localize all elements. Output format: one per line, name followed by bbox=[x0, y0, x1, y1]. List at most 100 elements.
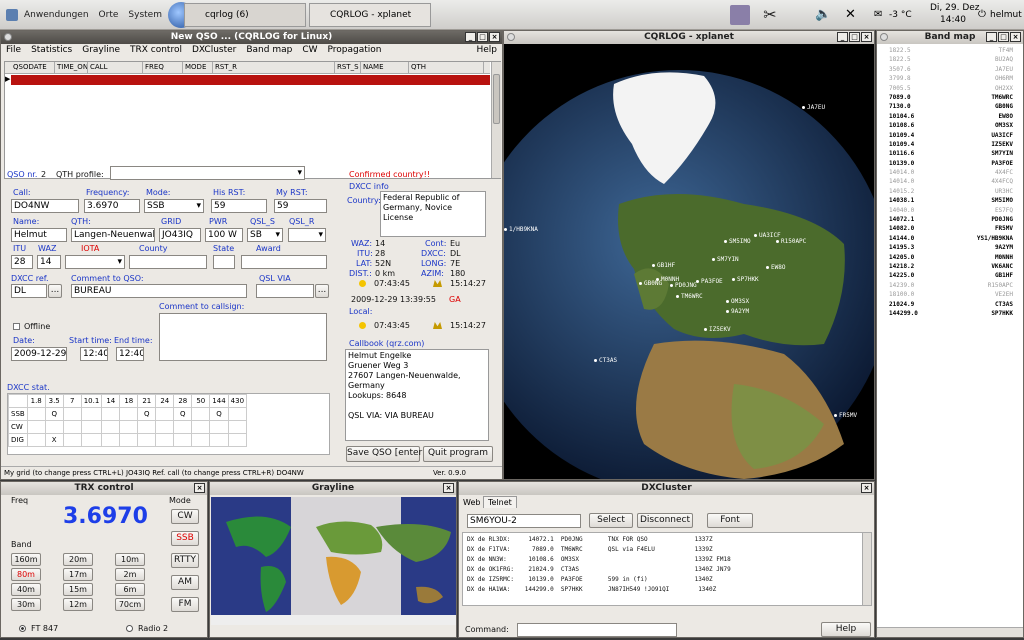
user-name[interactable]: helmut bbox=[990, 10, 1022, 20]
select-button[interactable]: Select bbox=[589, 513, 633, 528]
close-icon[interactable]: × bbox=[443, 483, 454, 493]
band-button-10m[interactable]: 10m bbox=[115, 553, 145, 566]
server-field[interactable]: SM6YOU-2 bbox=[467, 514, 581, 528]
col-rst-r[interactable]: RST_R bbox=[213, 62, 335, 73]
quit-program-button[interactable]: Quit program bbox=[423, 446, 493, 462]
save-qso-button[interactable]: Save QSO [enter] bbox=[346, 446, 426, 462]
call-field[interactable]: DO4NW bbox=[11, 199, 79, 213]
name-field[interactable]: Helmut bbox=[11, 228, 67, 242]
comment-call-field[interactable] bbox=[159, 313, 327, 361]
band-button-80m[interactable]: 80m bbox=[11, 568, 41, 581]
temperature[interactable]: -3 °C bbox=[889, 10, 912, 20]
band-button-12m[interactable]: 12m bbox=[63, 598, 93, 611]
band-button-30m[interactable]: 30m bbox=[11, 598, 41, 611]
band-map-row[interactable]: 18100.0 VE2EH bbox=[877, 290, 1023, 299]
menu-trx-control[interactable]: TRX control bbox=[125, 44, 187, 58]
state-field[interactable] bbox=[213, 255, 235, 269]
band-map-row[interactable]: 7089.0 TM6WRC bbox=[877, 93, 1023, 102]
band-map-row[interactable]: 14014.0 4X4FC bbox=[877, 168, 1023, 177]
band-map-row[interactable]: 14038.1 SM5IMO bbox=[877, 196, 1023, 205]
apps-icon[interactable] bbox=[6, 8, 18, 21]
mode-button-rtty[interactable]: RTTY bbox=[171, 553, 199, 568]
menu-file[interactable]: File bbox=[1, 44, 26, 58]
band-map-row[interactable]: 3507.6 JA7EU bbox=[877, 65, 1023, 74]
band-map-row[interactable]: 10104.6 EW8O bbox=[877, 112, 1023, 121]
qso-titlebar[interactable]: New QSO ... (CQRLOG for Linux) _ □ × bbox=[1, 31, 502, 44]
band-map-row[interactable]: 7130.0 GB0NG bbox=[877, 102, 1023, 111]
menu-band-map[interactable]: Band map bbox=[241, 44, 297, 58]
band-button-20m[interactable]: 20m bbox=[63, 553, 93, 566]
col-time-on[interactable]: TIME_ON bbox=[55, 62, 88, 73]
band-map-row[interactable]: 14072.1 PD0JNG bbox=[877, 215, 1023, 224]
mode-button-ssb[interactable]: SSB bbox=[171, 531, 199, 546]
menu-system[interactable]: System bbox=[128, 10, 162, 20]
window-menu-icon[interactable] bbox=[4, 33, 12, 41]
window-menu-icon[interactable] bbox=[880, 33, 888, 41]
qso-grid[interactable]: QSODATE TIME_ON CALL FREQ MODE RST_R RST… bbox=[4, 61, 501, 179]
date-field[interactable]: 2009-12-29 bbox=[11, 347, 67, 361]
band-map-row[interactable]: 1822.5 TF4M bbox=[877, 46, 1023, 55]
his-rst-field[interactable]: 59 bbox=[211, 199, 267, 213]
qth-profile-select[interactable]: ▾ bbox=[110, 166, 305, 180]
qso-grid-selected-row[interactable] bbox=[11, 75, 490, 85]
qsl-s-select[interactable]: SB ▾ bbox=[247, 228, 283, 242]
trx-titlebar[interactable]: TRX control × bbox=[1, 482, 207, 495]
help-button[interactable]: Help bbox=[821, 622, 871, 637]
band-map-row[interactable]: 10116.6 SM7YIN bbox=[877, 149, 1023, 158]
mode-button-cw[interactable]: CW bbox=[171, 509, 199, 524]
tab-telnet[interactable]: Telnet bbox=[483, 496, 517, 508]
task-cqrlog[interactable]: cqrlog (6) bbox=[184, 3, 306, 27]
band-button-6m[interactable]: 6m bbox=[115, 583, 145, 596]
qsl-via-field[interactable] bbox=[256, 284, 314, 298]
font-button[interactable]: Font bbox=[707, 513, 753, 528]
close-icon[interactable]: × bbox=[489, 32, 500, 42]
band-button-160m[interactable]: 160m bbox=[11, 553, 41, 566]
my-rst-field[interactable]: 59 bbox=[274, 199, 327, 213]
offline-checkbox[interactable] bbox=[13, 323, 20, 330]
clock-time[interactable]: 14:40 bbox=[940, 15, 966, 25]
maximize-icon[interactable]: □ bbox=[849, 32, 860, 42]
end-time-field[interactable]: 12:40 bbox=[116, 347, 144, 361]
band-map-row[interactable]: 10109.4 UA3ICF bbox=[877, 131, 1023, 140]
band-button-17m[interactable]: 17m bbox=[63, 568, 93, 581]
qso-grid-scrollbar[interactable] bbox=[491, 62, 501, 178]
window-menu-icon[interactable] bbox=[507, 33, 515, 41]
close-icon[interactable]: × bbox=[1010, 32, 1021, 42]
band-map-row[interactable]: 7005.5 OH2XX bbox=[877, 84, 1023, 93]
band-map-row[interactable]: 14239.0 R150APC bbox=[877, 281, 1023, 290]
band-button-40m[interactable]: 40m bbox=[11, 583, 41, 596]
mode-button-fm[interactable]: FM bbox=[171, 597, 199, 612]
minimize-icon[interactable]: _ bbox=[837, 32, 848, 42]
band-map-row[interactable]: 14014.0 4X4FCQ bbox=[877, 177, 1023, 186]
band-map-row[interactable]: 3799.8 OH6RM bbox=[877, 74, 1023, 83]
band-map-row[interactable]: 14218.2 VK6ANC bbox=[877, 262, 1023, 271]
dx-output-scrollbar[interactable] bbox=[862, 533, 871, 605]
minimize-icon[interactable]: _ bbox=[465, 32, 476, 42]
mode-button-am[interactable]: AM bbox=[171, 575, 199, 590]
col-qth[interactable]: QTH bbox=[409, 62, 484, 73]
start-time-field[interactable]: 12:40 bbox=[80, 347, 108, 361]
band-map-row[interactable]: 144299.0 SP7HKK bbox=[877, 309, 1023, 318]
pwr-field[interactable]: 100 W bbox=[205, 228, 243, 242]
grid-field[interactable]: JO43IQ bbox=[159, 228, 201, 242]
radio2-button[interactable] bbox=[126, 625, 133, 632]
dxcluster-titlebar[interactable]: DXCluster × bbox=[459, 482, 874, 495]
band-map-titlebar[interactable]: Band map _ □ × bbox=[877, 31, 1023, 44]
comment-qso-field[interactable]: BUREAU bbox=[71, 284, 247, 298]
band-map-row[interactable]: 10139.0 PA3FOE bbox=[877, 159, 1023, 168]
col-qsodate[interactable]: QSODATE bbox=[5, 62, 55, 73]
menu-statistics[interactable]: Statistics bbox=[26, 44, 77, 58]
tab-web[interactable]: Web bbox=[463, 498, 480, 507]
power-icon[interactable]: ⏻ bbox=[978, 9, 986, 20]
printer-icon[interactable] bbox=[730, 5, 750, 25]
clock-date[interactable]: Di, 29. Dez bbox=[930, 3, 980, 13]
band-button-70cm[interactable]: 70cm bbox=[115, 598, 145, 611]
col-name[interactable]: NAME bbox=[361, 62, 409, 73]
band-button-2m[interactable]: 2m bbox=[115, 568, 145, 581]
band-map-row[interactable]: 14015.2 UR3HC bbox=[877, 187, 1023, 196]
mail-icon[interactable]: ✉ bbox=[874, 9, 882, 20]
county-field[interactable] bbox=[129, 255, 207, 269]
close-icon[interactable]: × bbox=[861, 483, 872, 493]
qsl-via-browse-button[interactable]: ... bbox=[315, 284, 329, 298]
close-icon[interactable]: × bbox=[194, 483, 205, 493]
